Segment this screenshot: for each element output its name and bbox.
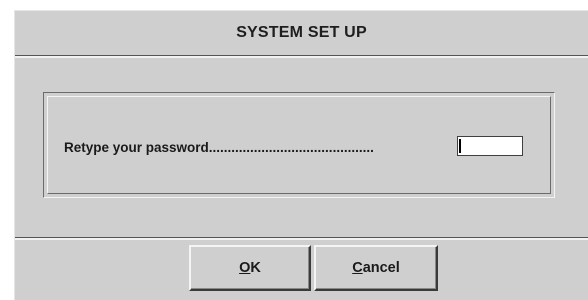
title-divider (15, 55, 588, 58)
cancel-button[interactable]: Cancel (314, 245, 438, 291)
password-field[interactable] (457, 136, 523, 156)
cancel-button-mnemonic: C (352, 260, 363, 276)
cancel-button-label: ancel (362, 260, 400, 276)
dialog-title: SYSTEM SET UP (236, 24, 367, 41)
password-group-frame: Retype your password....................… (43, 92, 555, 198)
ok-button-mnemonic: O (239, 260, 251, 276)
text-cursor (459, 139, 461, 153)
retype-password-label: Retype your password....................… (64, 139, 374, 155)
ok-button[interactable]: OK (189, 245, 311, 291)
password-prompt-row: Retype your password....................… (64, 136, 374, 158)
system-setup-dialog: SYSTEM SET UP Retype your password......… (14, 10, 588, 300)
button-area-divider (15, 237, 588, 240)
ok-button-label: K (250, 260, 261, 276)
